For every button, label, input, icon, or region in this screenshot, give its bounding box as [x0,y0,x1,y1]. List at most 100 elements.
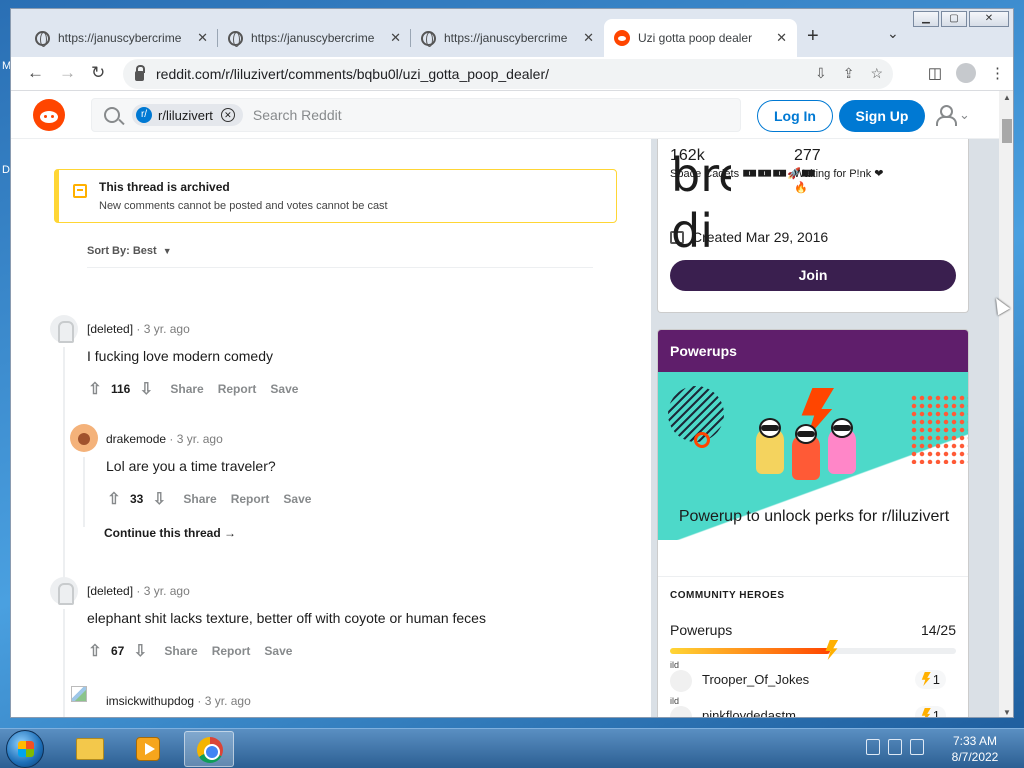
hero-character [828,418,856,474]
start-button[interactable] [6,730,44,768]
hero-row[interactable]: ild Trooper_Of_Jokes 1 [670,660,956,692]
media-player-icon [136,737,160,761]
reddit-logo-icon[interactable] [33,99,65,131]
online-label-extra: 🔥 [794,182,808,194]
close-window-button[interactable]: ✕ [969,11,1009,27]
comment-actions: ⇧ 67 ⇩ Share Report Save [85,641,292,661]
system-clock[interactable]: 7:33 AM 8/7/2022 [940,733,1010,765]
avatar[interactable] [70,424,98,452]
chevron-down-icon[interactable]: ⌄ [887,25,899,42]
profile-avatar-icon[interactable] [956,63,976,83]
comment-score: 116 [111,382,131,396]
tab-title: https://januscybercrime [251,31,375,45]
action-center-flag-icon[interactable] [888,739,902,755]
save-button[interactable]: Save [270,382,298,396]
page-viewport: r/ r/liluzivert ✕ Search Reddit Log In S… [11,91,1013,717]
browser-tab[interactable]: https://januscybercrime ✕ [25,19,218,57]
globe-icon [35,30,50,47]
upvote-icon[interactable]: ⇧ [85,641,105,661]
comment-score: 67 [111,644,125,658]
close-tab-icon[interactable]: ✕ [390,30,401,46]
overflow-text: bred di [671,148,731,258]
avatar[interactable] [50,315,78,343]
comment-time[interactable]: · 3 yr. ago [197,694,250,708]
file-explorer-taskbar-button[interactable] [64,731,114,767]
search-input[interactable]: Search Reddit [253,107,342,123]
thread-line[interactable] [63,347,65,591]
share-button[interactable]: Share [183,492,216,506]
scrollbar-thumb[interactable] [1002,119,1012,143]
signup-button[interactable]: Sign Up [839,100,925,132]
browser-tab-active[interactable]: Uzi gotta poop dealer ✕ [604,19,797,57]
media-player-taskbar-button[interactable] [122,731,172,767]
archived-text: New comments cannot be posted and votes … [99,200,388,212]
url-text[interactable]: reddit.com/r/liluzivert/comments/bqbu0l/… [156,66,549,82]
system-tray [866,739,924,755]
report-button[interactable]: Report [231,492,270,506]
comment-author[interactable]: drakemode [106,432,166,446]
powerups-progress-row: Powerups 14/25 [670,622,956,638]
clear-chip-icon[interactable]: ✕ [220,108,235,122]
browser-tab[interactable]: https://januscybercrime ✕ [218,19,411,57]
address-bar[interactable]: reddit.com/r/liluzivert/comments/bqbu0l/… [123,59,893,89]
bookmark-star-icon[interactable]: ☆ [870,65,883,82]
browser-tab[interactable]: https://januscybercrime ✕ [411,19,604,57]
comment-author[interactable]: [deleted] [87,584,133,598]
search-bar[interactable]: r/ r/liluzivert ✕ Search Reddit [91,98,741,132]
scroll-down-icon[interactable]: ▼ [1003,708,1011,717]
save-button[interactable]: Save [283,492,311,506]
hero-row[interactable]: ild pinkfloydedastm 1 [670,696,956,717]
comment-time[interactable]: · 3 yr. ago [136,322,189,336]
hero-name[interactable]: Trooper_Of_Jokes [702,672,809,687]
upvote-icon[interactable]: ⇧ [85,379,105,399]
share-button[interactable]: Share [164,644,197,658]
broken-image-alt: ild [670,696,680,706]
reload-icon[interactable]: ↻ [91,63,105,83]
side-panel-icon[interactable]: ◫ [928,64,942,82]
tab-title: Uzi gotta poop dealer [638,31,753,45]
continue-thread-link[interactable]: Continue this thread → [104,526,236,540]
comment-time[interactable]: · 3 yr. ago [136,584,189,598]
window-controls: ▁ ▢ ✕ [913,11,1009,27]
comment-author[interactable]: [deleted] [87,322,133,336]
downvote-icon[interactable]: ⇩ [149,489,169,509]
back-arrow-icon[interactable]: ← [27,63,44,83]
avatar[interactable] [50,577,78,605]
share-button[interactable]: Share [170,382,203,396]
thread-line[interactable] [63,609,65,717]
save-button[interactable]: Save [264,644,292,658]
close-tab-icon[interactable]: ✕ [197,30,208,46]
page-scrollbar[interactable]: ▲ ▼ [999,91,1013,717]
sort-dropdown[interactable]: Sort By: Best ▼ [87,245,172,257]
broken-avatar-image[interactable] [71,686,87,702]
lightning-bolt-icon [921,708,931,717]
forward-arrow-icon[interactable]: → [59,63,76,83]
maximize-button[interactable]: ▢ [941,11,967,27]
comment-time[interactable]: · 3 yr. ago [169,432,222,446]
close-tab-icon[interactable]: ✕ [583,30,594,46]
thread-line[interactable] [83,457,85,527]
share-icon[interactable]: ⇪ [843,65,855,82]
minimize-button[interactable]: ▁ [913,11,939,27]
scroll-up-icon[interactable]: ▲ [1003,93,1011,102]
report-button[interactable]: Report [218,382,257,396]
hero-character [792,424,820,480]
more-menu-icon[interactable]: ⋮ [990,64,1005,82]
online-label: Waiting for P!nk ❤ [794,168,884,180]
comment-author[interactable]: imsickwithupdog [106,694,194,708]
network-icon[interactable] [866,739,880,755]
volume-icon[interactable] [910,739,924,755]
powerups-progress-fill [670,648,831,654]
report-button[interactable]: Report [212,644,251,658]
login-button[interactable]: Log In [757,100,833,132]
new-tab-icon[interactable]: + [807,25,819,48]
hero-name[interactable]: pinkfloydedastm [702,708,796,717]
close-tab-icon[interactable]: ✕ [776,30,787,46]
install-icon[interactable]: ⇩ [815,65,827,82]
downvote-icon[interactable]: ⇩ [136,379,156,399]
subreddit-chip[interactable]: r/ r/liluzivert ✕ [132,104,243,126]
downvote-icon[interactable]: ⇩ [130,641,150,661]
chrome-taskbar-button[interactable] [184,731,234,767]
upvote-icon[interactable]: ⇧ [104,489,124,509]
user-menu[interactable]: ⌄ [935,105,970,126]
